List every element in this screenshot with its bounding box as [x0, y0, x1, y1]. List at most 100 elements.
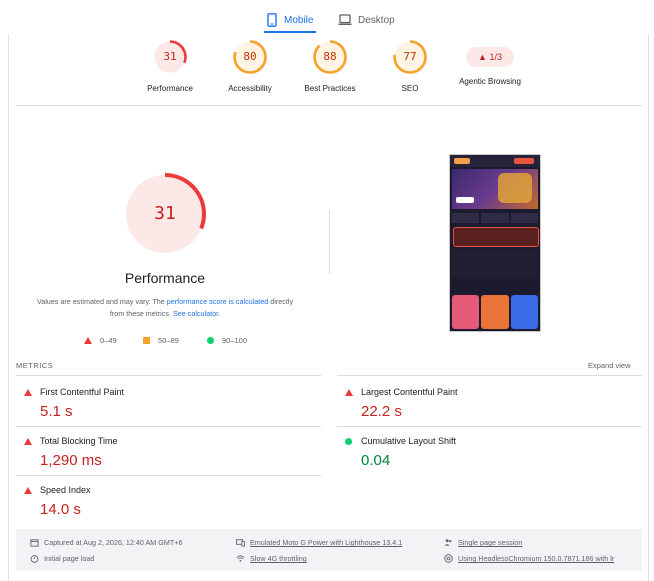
metric-label: First Contentful Paint: [40, 387, 125, 397]
metrics-heading: METRICS: [16, 361, 54, 370]
thumb-jackpot: [453, 227, 539, 247]
devices-icon: [236, 539, 245, 547]
thumb-logo: [454, 158, 470, 164]
captured-at-text: Captured at Aug 2, 2026, 12:40 AM GMT+6: [44, 538, 183, 547]
category-agentic-browsing[interactable]: ▲ 1/3 Agentic Browsing: [445, 40, 535, 86]
run-info-footer: Captured at Aug 2, 2026, 12:40 AM GMT+6 …: [16, 529, 642, 571]
page-screenshot-thumbnail[interactable]: [449, 154, 541, 332]
warning-triangle-icon: ▲: [478, 52, 487, 62]
metric-label: Total Blocking Time: [40, 436, 118, 446]
frame-border-left: [8, 34, 9, 581]
category-best-practices[interactable]: 88 Best Practices: [285, 40, 375, 93]
metrics-divider: [16, 426, 321, 427]
laptop-icon: [338, 14, 352, 25]
thumb-menu-row: [452, 213, 538, 223]
initial-load-text: Initial page load: [44, 554, 95, 563]
page-session[interactable]: Single page session: [444, 538, 522, 547]
red-triangle-icon: [24, 487, 32, 494]
metrics-divider: [16, 475, 321, 476]
network-throttling-text: Slow 4G throttling: [250, 554, 307, 563]
thumb-hero-art: [498, 173, 532, 203]
timer-icon: [30, 555, 39, 563]
legend-good: 90–100: [207, 334, 247, 346]
tab-mobile-label: Mobile: [284, 14, 314, 26]
metric-label: Speed Index: [40, 485, 91, 495]
legend-average-label: 50–89: [158, 335, 179, 345]
legend-average: 50–89: [143, 334, 179, 346]
category-seo[interactable]: 77 SEO: [365, 40, 455, 93]
metric-value: 0.04: [361, 452, 391, 469]
seo-label: SEO: [401, 84, 419, 93]
see-calculator-link[interactable]: See calculator.: [173, 309, 220, 318]
performance-score: 31: [163, 50, 177, 63]
network-throttling[interactable]: Slow 4G throttling: [236, 554, 307, 563]
device-emulation[interactable]: Emulated Moto G Power with Lighthouse 13…: [236, 538, 402, 547]
chrome-icon: [444, 554, 453, 563]
metric-label: Cumulative Layout Shift: [361, 436, 457, 446]
vertical-divider: [329, 210, 330, 274]
calendar-icon: [30, 539, 39, 547]
performance-gauge: 31: [153, 40, 187, 74]
agentic-badge: ▲ 1/3: [466, 47, 514, 67]
best-practices-label: Best Practices: [304, 84, 356, 93]
seo-score: 77: [403, 50, 417, 63]
metrics-divider: [16, 375, 321, 376]
red-triangle-icon: [24, 438, 32, 445]
frame-border-right: [648, 34, 649, 581]
people-icon: [444, 539, 452, 546]
thumb-section: [452, 249, 538, 277]
metric-largest-contentful-paint: Largest Contentful Paint 22.2 s: [343, 387, 633, 427]
thumb-cta: [456, 197, 474, 203]
legend-bad-label: 0–49: [100, 335, 117, 345]
category-accessibility[interactable]: 80 Accessibility: [205, 40, 295, 93]
device-emulation-text: Emulated Moto G Power with Lighthouse 13…: [250, 538, 403, 547]
tab-mobile[interactable]: Mobile: [266, 10, 313, 30]
metric-label: Largest Contentful Paint: [361, 387, 458, 397]
performance-large-gauge: 31: [123, 172, 207, 256]
device-tabs: Mobile Desktop: [0, 0, 654, 34]
metric-value: 14.0 s: [40, 501, 81, 518]
active-tab-indicator: [264, 31, 316, 33]
orange-square-icon: [143, 336, 150, 344]
performance-label: Performance: [147, 84, 193, 93]
red-triangle-icon: [84, 336, 92, 344]
green-circle-icon: [345, 438, 352, 445]
metric-value: 5.1 s: [40, 403, 73, 420]
legend-bad: 0–49: [84, 334, 117, 346]
metric-value: 1,290 ms: [40, 452, 102, 469]
metric-first-contentful-paint: First Contentful Paint 5.1 s: [22, 387, 312, 427]
performance-note: Values are estimated and may vary. The p…: [30, 296, 300, 320]
red-triangle-icon: [24, 389, 32, 396]
tab-desktop[interactable]: Desktop: [338, 10, 395, 30]
expand-view-button[interactable]: Expand view: [588, 361, 631, 370]
agentic-badge-text: 1/3: [489, 52, 502, 62]
performance-title: Performance: [124, 270, 206, 286]
metrics-divider: [337, 426, 642, 427]
metric-value: 22.2 s: [361, 403, 402, 420]
performance-large-score: 31: [154, 203, 176, 224]
metrics-divider: [337, 375, 642, 376]
performance-score-link[interactable]: performance score is calculated: [167, 297, 268, 306]
phone-icon: [267, 13, 277, 27]
thumb-games: [452, 295, 538, 329]
accessibility-score: 80: [243, 50, 257, 63]
legend-good-label: 90–100: [222, 335, 248, 345]
tab-desktop-label: Desktop: [358, 14, 395, 26]
best-practices-gauge: 88: [313, 40, 347, 74]
metric-speed-index: Speed Index 14.0 s: [22, 485, 312, 525]
divider: [16, 105, 642, 106]
red-triangle-icon: [345, 389, 353, 396]
note-text-a: Values are estimated and may vary. The: [36, 297, 167, 306]
accessibility-label: Accessibility: [228, 84, 272, 93]
page-session-text: Single page session: [458, 538, 523, 547]
seo-gauge: 77: [393, 40, 427, 74]
thumb-button: [514, 158, 534, 164]
best-practices-score: 88: [323, 50, 337, 63]
browser-info[interactable]: Using HeadlessChromium 150.0.7871.186 wi…: [444, 554, 614, 563]
captured-at: Captured at Aug 2, 2026, 12:40 AM GMT+6: [30, 538, 182, 547]
category-performance[interactable]: 31 Performance: [125, 40, 215, 93]
wifi-icon: [236, 555, 245, 562]
accessibility-gauge: 80: [233, 40, 267, 74]
initial-load: Initial page load: [30, 554, 94, 563]
metric-cumulative-layout-shift: Cumulative Layout Shift 0.04: [343, 436, 633, 476]
